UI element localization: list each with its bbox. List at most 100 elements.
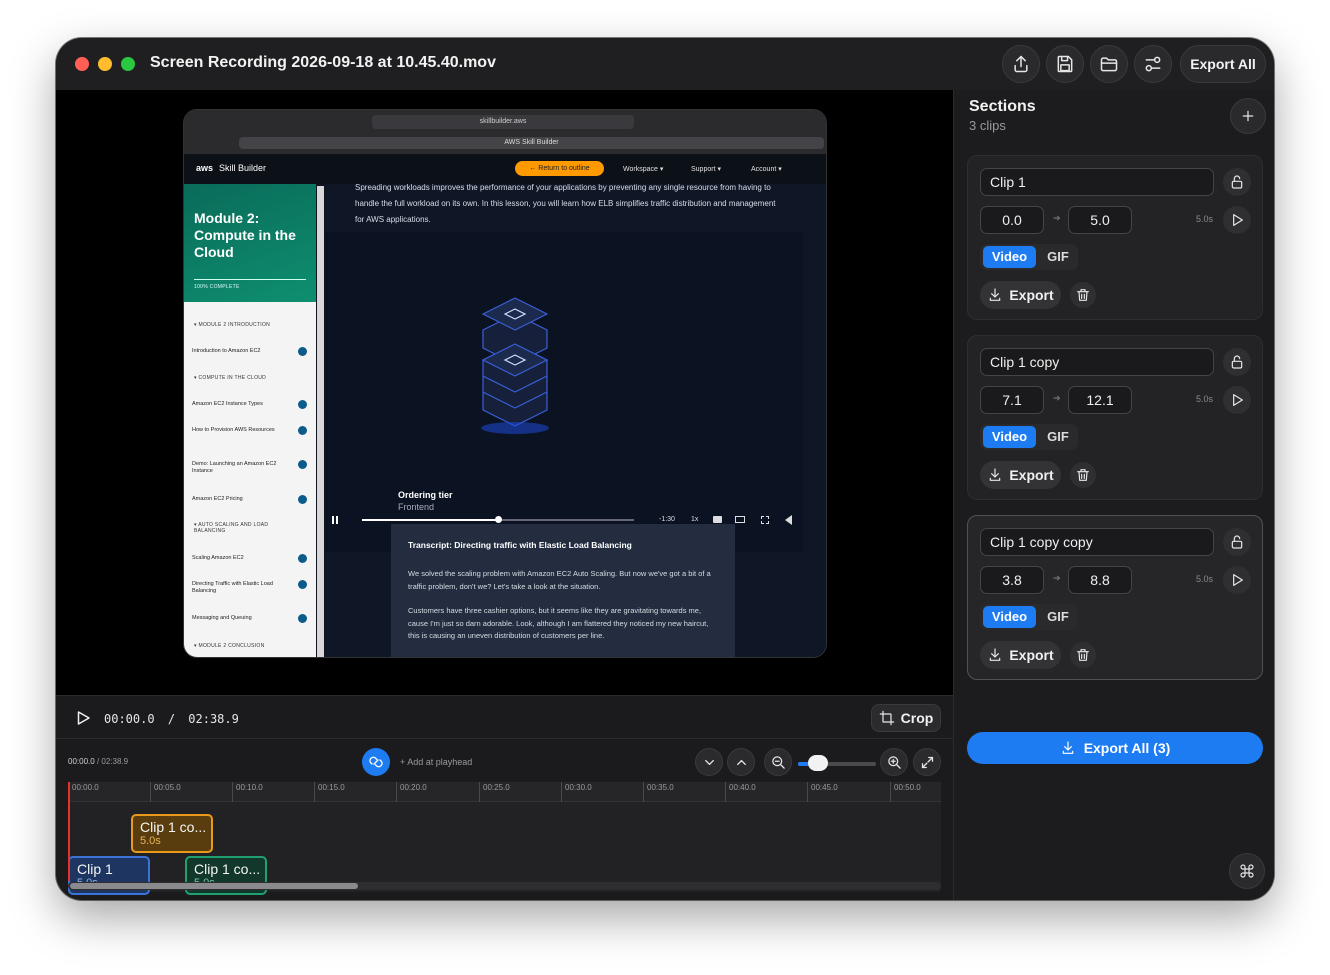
clip-card[interactable]: Clip 1 0.0 ➔ 5.0 5.0s Video GIF Export bbox=[967, 155, 1263, 320]
lesson-heading: ▾ COMPUTE IN THE CLOUD bbox=[194, 375, 267, 381]
browser-tab: AWS Skill Builder bbox=[239, 137, 824, 149]
check-icon bbox=[298, 614, 307, 623]
lesson-heading: ▾ AUTO SCALING AND LOAD BALANCING bbox=[194, 522, 269, 534]
volume-icon bbox=[785, 515, 792, 525]
format-gif-option[interactable]: GIF bbox=[1040, 606, 1076, 628]
share-button[interactable] bbox=[1002, 45, 1040, 83]
export-clip-button[interactable]: Export bbox=[980, 461, 1061, 489]
timeline-scrollbar-thumb[interactable] bbox=[70, 883, 358, 889]
aws-logo: aws Skill Builder bbox=[196, 163, 267, 173]
total-time: 02:38.9 bbox=[188, 712, 239, 726]
video-preview: skillbuilder.aws AWS Skill Builder aws Sk… bbox=[56, 90, 953, 695]
time-separator: / bbox=[167, 712, 176, 726]
crop-icon bbox=[879, 710, 894, 726]
minimize-window-button[interactable] bbox=[98, 57, 112, 71]
collapse-timeline-button[interactable] bbox=[695, 748, 723, 776]
zoom-in-button[interactable] bbox=[880, 748, 908, 776]
download-icon bbox=[990, 288, 1001, 301]
module-header: Module 2: Compute in the Cloud 100% COMP… bbox=[184, 184, 316, 302]
clip-start-input[interactable]: 0.0 bbox=[980, 206, 1044, 234]
sections-count: 3 clips bbox=[969, 118, 1006, 133]
timeline-tracks: Clip 1 co... 5.0s Clip 1 5.0s Clip 1 co.… bbox=[68, 802, 941, 895]
play-icon bbox=[1233, 574, 1243, 586]
clip-end-input[interactable]: 5.0 bbox=[1068, 206, 1132, 234]
clip-end-input[interactable]: 12.1 bbox=[1068, 386, 1132, 414]
check-icon bbox=[298, 400, 307, 409]
save-button[interactable] bbox=[1046, 45, 1084, 83]
playhead[interactable] bbox=[68, 782, 70, 881]
clip-card-selected[interactable]: Clip 1 copy copy 3.8 ➔ 8.8 5.0s Video GI… bbox=[967, 515, 1263, 680]
play-clip-button[interactable] bbox=[1223, 206, 1251, 234]
close-window-button[interactable] bbox=[75, 57, 89, 71]
timeline-clip-1-copy-copy[interactable]: Clip 1 co... 5.0s bbox=[131, 814, 213, 853]
format-video-option[interactable]: Video bbox=[983, 606, 1036, 628]
zoom-slider-knob[interactable] bbox=[807, 755, 828, 771]
timeline-scrollbar[interactable] bbox=[68, 882, 941, 890]
play-clip-button[interactable] bbox=[1223, 566, 1251, 594]
check-icon bbox=[298, 554, 307, 563]
ruler-tick: 00:20.0 bbox=[396, 782, 427, 802]
clip-start-input[interactable]: 7.1 bbox=[980, 386, 1044, 414]
check-icon bbox=[298, 495, 307, 504]
export-clip-button[interactable]: Export bbox=[980, 641, 1061, 669]
play-icon bbox=[1233, 394, 1243, 406]
play-button[interactable] bbox=[74, 709, 92, 727]
delete-clip-button[interactable] bbox=[1070, 642, 1096, 668]
format-gif-option[interactable]: GIF bbox=[1040, 426, 1076, 448]
fit-timeline-button[interactable] bbox=[913, 748, 941, 776]
delete-clip-button[interactable] bbox=[1070, 282, 1096, 308]
window-title: Screen Recording 2026-09-18 at 10.45.40.… bbox=[150, 54, 496, 71]
clip-start-input[interactable]: 3.8 bbox=[980, 566, 1044, 594]
lesson-heading: ▾ MODULE 2 INTRODUCTION bbox=[194, 322, 271, 328]
lock-button[interactable] bbox=[1223, 168, 1251, 196]
add-at-playhead-button[interactable]: + Add at playhead bbox=[400, 757, 472, 767]
clip-end-input[interactable]: 8.8 bbox=[1068, 566, 1132, 594]
clip-card[interactable]: Clip 1 copy 7.1 ➔ 12.1 5.0s Video GIF Ex… bbox=[967, 335, 1263, 500]
ruler-tick: 00:10.0 bbox=[232, 782, 263, 802]
crop-button[interactable]: Crop bbox=[871, 704, 941, 732]
unlock-icon bbox=[1231, 175, 1243, 189]
export-clip-button[interactable]: Export bbox=[980, 281, 1061, 309]
clip-name-input[interactable]: Clip 1 bbox=[980, 168, 1214, 196]
export-all-clips-button[interactable]: Export All (3) bbox=[967, 732, 1263, 764]
chevron-down-icon bbox=[704, 759, 714, 765]
transcript-title: Transcript: Directing traffic with Elast… bbox=[408, 540, 632, 550]
export-all-top-button[interactable]: Export All bbox=[1180, 45, 1266, 83]
delete-clip-button[interactable] bbox=[1070, 462, 1096, 488]
lesson-item: Demo: Launching an Amazon EC2 Instance bbox=[192, 461, 277, 474]
captions-icon bbox=[713, 516, 722, 523]
clip-name-input[interactable]: Clip 1 copy copy bbox=[980, 528, 1214, 556]
zoom-window-button[interactable] bbox=[121, 57, 135, 71]
current-time: 00:00.0 bbox=[104, 712, 155, 726]
format-video-option[interactable]: Video bbox=[983, 246, 1036, 268]
nav-support: Support ▾ bbox=[691, 166, 721, 173]
trash-icon bbox=[1077, 649, 1089, 661]
expand-timeline-button[interactable] bbox=[727, 748, 755, 776]
pip-icon bbox=[735, 516, 745, 523]
add-section-button[interactable] bbox=[1230, 98, 1266, 134]
timeline[interactable]: 00:00.0 00:05.0 00:10.0 00:15.0 00:20.0 … bbox=[68, 782, 941, 895]
shortcuts-button[interactable] bbox=[1229, 853, 1265, 889]
crop-label: Crop bbox=[900, 710, 934, 726]
ordering-tier-label: Ordering tier bbox=[398, 490, 453, 500]
open-folder-button[interactable] bbox=[1090, 45, 1128, 83]
lock-button[interactable] bbox=[1223, 528, 1251, 556]
play-clip-button[interactable] bbox=[1223, 386, 1251, 414]
recorded-browser-frame: skillbuilder.aws AWS Skill Builder aws Sk… bbox=[183, 109, 827, 658]
check-icon bbox=[298, 460, 307, 469]
fullscreen-icon bbox=[761, 516, 769, 524]
format-video-option[interactable]: Video bbox=[983, 426, 1036, 448]
lesson-item: How to Provision AWS Resources bbox=[192, 427, 275, 433]
lesson-scrollbar bbox=[317, 186, 324, 657]
share-icon bbox=[1014, 55, 1028, 73]
settings-button[interactable] bbox=[1134, 45, 1172, 83]
play-icon bbox=[1233, 214, 1243, 226]
lock-button[interactable] bbox=[1223, 348, 1251, 376]
snap-toggle-button[interactable] bbox=[362, 748, 390, 776]
format-gif-option[interactable]: GIF bbox=[1040, 246, 1076, 268]
clip-name-input[interactable]: Clip 1 copy bbox=[980, 348, 1214, 376]
transcript-paragraph: Customers have three cashier options, bu… bbox=[408, 606, 709, 640]
ruler-tick: 00:00.0 bbox=[68, 782, 99, 802]
check-icon bbox=[298, 580, 307, 589]
zoom-out-button[interactable] bbox=[764, 748, 792, 776]
